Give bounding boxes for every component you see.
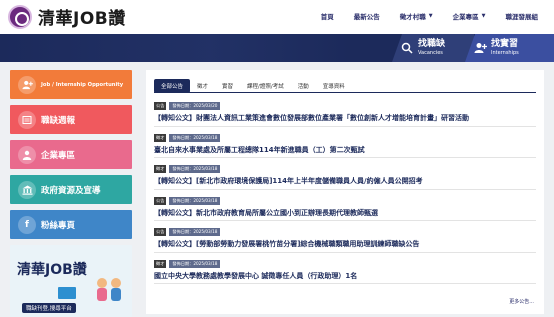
category-badge: 徵才	[154, 165, 167, 173]
people-illustration	[97, 278, 121, 301]
tab-divider	[154, 92, 536, 93]
nav-jobs[interactable]: 徵才村職 ▼	[390, 11, 443, 21]
header: 清華JOB讚 首頁 最新公告 徵才村職 ▼ 企業專區 ▼ 職涯發展組	[0, 0, 554, 34]
vacancies-sub: Vacancies	[418, 50, 443, 56]
news-title[interactable]: 【轉知公文】[新北市政府環境保護局]114年上半年度儲備職員人員/約僱人員公開招…	[154, 176, 536, 186]
sidebar-item-weekly-jobs[interactable]: 職缺週報	[10, 105, 132, 134]
date-badge: 發佈日期：2025/03/18	[169, 133, 221, 142]
tab-all[interactable]: 全部公告	[154, 79, 191, 93]
logo-text: 清華JOB讚	[38, 9, 126, 29]
promo-banner[interactable]: 清華JOB讚 職缺刊登,搜尋平台	[10, 245, 132, 317]
announcements-panel: 全部公告 徵才 實習 課程/證照/考試 活動 宣導資料 公告 發佈日期：2025/…	[146, 70, 544, 314]
promo-title: 清華JOB讚	[17, 262, 87, 278]
sidebar-item-label: 職缺週報	[41, 115, 76, 126]
category-badge: 徵才	[154, 259, 167, 268]
date-badge: 發佈日期：2025/03/18	[169, 165, 221, 173]
government-building-icon	[18, 180, 36, 199]
news-title[interactable]: 【轉知公文】財團法人資訊工業策進會數位發展部數位產業署「數位創新人才增能培育計畫…	[154, 113, 536, 123]
date-badge: 發佈日期：2025/03/18	[169, 228, 221, 236]
category-badge: 公告	[154, 102, 167, 110]
facebook-icon: f	[18, 215, 36, 234]
sidebar-item-label: Job / Internship Opportunity	[41, 81, 124, 88]
date-badge: 發佈日期：2025/03/20	[169, 102, 221, 110]
find-internships-button[interactable]: 找實習 Internships	[465, 34, 554, 62]
promo-subtitle: 職缺刊登,搜尋平台	[22, 303, 76, 313]
sidebar-item-job-internship[interactable]: Job / Internship Opportunity	[10, 70, 132, 99]
top-navigation: 首頁 最新公告 徵才村職 ▼ 企業專區 ▼ 職涯發展組	[311, 11, 548, 21]
tab-events[interactable]: 活動	[291, 79, 316, 93]
news-title[interactable]: 臺北自來水事業處及所屬工程總隊114年新進職員（工）第二次甄試	[154, 145, 536, 155]
nav-jobs-label: 徵才村職	[399, 13, 426, 21]
sidebar-item-label: 政府資源及宣導	[41, 185, 101, 196]
site-logo[interactable]: 清華JOB讚	[8, 4, 126, 29]
sidebar-item-label: 企業專區	[41, 150, 76, 161]
category-badge: 公告	[154, 196, 167, 205]
news-title[interactable]: 國立中央大學教務處教學發展中心 誠徵專任人員（行政助理）1名	[154, 271, 536, 281]
add-user-icon	[18, 75, 36, 94]
laptop-illustration	[58, 287, 76, 299]
tab-recruitment[interactable]: 徵才	[190, 79, 215, 93]
chevron-down-icon: ▼	[481, 13, 486, 19]
sidebar-item-enterprise[interactable]: 企業專區	[10, 140, 132, 169]
internships-label: 找實習	[491, 39, 519, 49]
sidebar-item-label: 粉絲專頁	[41, 220, 76, 231]
nav-enterprise-label: 企業專區	[452, 13, 479, 21]
nav-home[interactable]: 首頁	[311, 11, 344, 21]
newspaper-icon	[18, 110, 36, 129]
chevron-down-icon: ▼	[428, 13, 433, 19]
news-title[interactable]: 【轉知公文】新北市政府教育局所屬公立國小到正辦理長期代理教師甄選	[154, 208, 536, 218]
date-badge: 發佈日期：2025/03/18	[169, 196, 221, 205]
list-item[interactable]: 徵才 發佈日期：2025/03/18 臺北自來水事業處及所屬工程總隊114年新進職…	[154, 130, 536, 162]
tab-courses[interactable]: 課程/證照/考試	[240, 79, 291, 93]
hero-banner: 找職缺 Vacancies 找實習 Internships	[0, 34, 554, 62]
list-item[interactable]: 徵才 發佈日期：2025/03/18 國立中央大學教務處教學發展中心 誠徵專任人員…	[154, 256, 536, 288]
nav-enterprise[interactable]: 企業專區 ▼	[443, 11, 496, 21]
nav-home-label: 首頁	[320, 13, 334, 21]
tab-promotion[interactable]: 宣導資料	[316, 79, 352, 93]
nav-career-center[interactable]: 職涯發展組	[496, 11, 549, 21]
sidebar: Job / Internship Opportunity 職缺週報 企業專區 政…	[10, 70, 132, 317]
list-item[interactable]: 公告 發佈日期：2025/03/18 【轉知公文】[勞動部勞動力發展署桃竹苗分署]…	[154, 224, 536, 256]
find-vacancies-button[interactable]: 找職缺 Vacancies	[392, 34, 474, 62]
news-list: 公告 發佈日期：2025/03/20 【轉知公文】財團法人資訊工業策進會數位發展部…	[154, 98, 536, 287]
nav-career-center-label: 職涯發展組	[505, 13, 539, 21]
nav-news-label: 最新公告	[353, 13, 380, 21]
add-user-icon	[473, 41, 487, 55]
vacancies-label: 找職缺	[418, 39, 446, 49]
sidebar-item-fanpage[interactable]: f 粉絲專頁	[10, 210, 132, 239]
news-title[interactable]: 【轉知公文】[勞動部勞動力發展署桃竹苗分署]綜合機械職類職用助理訓練師職缺公告	[154, 239, 536, 249]
category-badge: 徵才	[154, 133, 167, 142]
internships-sub: Internships	[491, 50, 519, 56]
list-item[interactable]: 公告 發佈日期：2025/03/20 【轉知公文】財團法人資訊工業策進會數位發展部…	[154, 98, 536, 130]
sidebar-item-government[interactable]: 政府資源及宣導	[10, 175, 132, 204]
nav-news[interactable]: 最新公告	[344, 11, 390, 21]
date-badge: 發佈日期：2025/03/18	[169, 259, 221, 268]
list-item[interactable]: 徵才 發佈日期：2025/03/18 【轉知公文】[新北市政府環境保護局]114年…	[154, 161, 536, 193]
university-seal-icon	[8, 4, 32, 29]
more-announcements-link[interactable]: 更多公告...	[509, 298, 534, 305]
announcement-tabs: 全部公告 徵才 實習 課程/證照/考試 活動 宣導資料	[154, 79, 352, 93]
search-icon	[400, 41, 414, 55]
category-badge: 公告	[154, 228, 167, 236]
user-icon	[18, 145, 36, 164]
tab-internship[interactable]: 實習	[215, 79, 240, 93]
list-item[interactable]: 公告 發佈日期：2025/03/18 【轉知公文】新北市政府教育局所屬公立國小到正…	[154, 193, 536, 225]
banner-decoration	[0, 34, 350, 62]
